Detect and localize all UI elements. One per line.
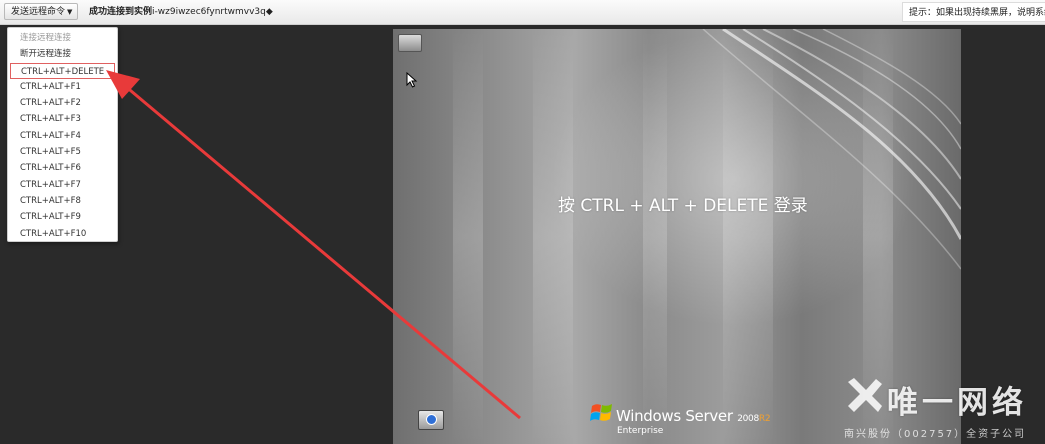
annotation-arrow (106, 70, 521, 420)
